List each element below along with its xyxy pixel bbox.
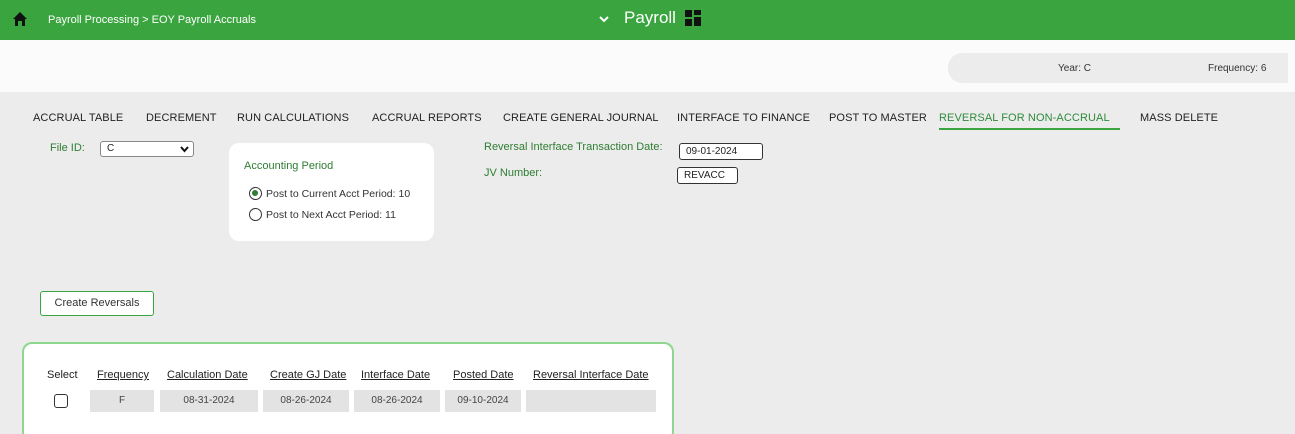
frequency-value: 6 (1260, 63, 1267, 74)
jv-number-label: JV Number: (484, 167, 543, 179)
radio-selected-icon[interactable] (249, 187, 262, 200)
file-id-label: File ID: (50, 142, 85, 154)
tab-interface-to-finance[interactable]: INTERFACE TO FINANCE (677, 112, 810, 124)
file-id-select[interactable]: C (100, 141, 194, 157)
column-header-posted-date[interactable]: Posted Date (453, 369, 514, 381)
cell-posted-date: 09-10-2024 (445, 390, 521, 412)
year-indicator: Year: C (1058, 63, 1091, 74)
app-switcher[interactable]: Payroll (598, 8, 701, 28)
home-icon[interactable] (12, 11, 28, 27)
chevron-down-icon (180, 146, 189, 153)
accrual-grid-panel (22, 342, 674, 434)
tab-accrual-reports[interactable]: ACCRUAL REPORTS (372, 112, 482, 124)
tab-accrual-table[interactable]: ACCRUAL TABLE (33, 112, 123, 124)
tab-post-to-master[interactable]: POST TO MASTER (829, 112, 927, 124)
column-header-calculation-date[interactable]: Calculation Date (167, 369, 248, 381)
cell-calculation-date: 08-31-2024 (160, 390, 258, 412)
radio-next-label: Post to Next Acct Period: 11 (266, 208, 396, 221)
cell-create-gj-date: 08-26-2024 (263, 390, 349, 412)
app-title: Payroll (624, 8, 676, 27)
accounting-period-title: Accounting Period (244, 160, 334, 172)
row-select-checkbox[interactable] (54, 394, 68, 408)
cell-frequency: F (90, 390, 154, 412)
accounting-period-panel: Accounting Period Post to Current Acct P… (229, 143, 434, 241)
column-header-select: Select (47, 369, 78, 381)
tab-bar: ACCRUAL TABLE DECREMENT RUN CALCULATIONS… (0, 112, 1295, 132)
tab-reversal-for-non-accrual[interactable]: REVERSAL FOR NON-ACCRUAL (939, 112, 1120, 130)
top-bar: Payroll Processing > EOY Payroll Accrual… (0, 0, 1295, 40)
column-header-interface-date[interactable]: Interface Date (361, 369, 430, 381)
reversal-date-label: Reversal Interface Transaction Date: (484, 141, 663, 153)
reversal-date-input[interactable]: 09-01-2024 (679, 143, 763, 160)
app-grid-icon (684, 10, 701, 26)
file-id-value: C (107, 143, 115, 154)
year-value: C (1083, 63, 1091, 74)
jv-number-input[interactable]: REVACC (677, 167, 738, 184)
cell-reversal-interface-date (526, 390, 656, 412)
tab-run-calculations[interactable]: RUN CALCULATIONS (237, 112, 349, 124)
tab-decrement[interactable]: DECREMENT (146, 112, 217, 124)
radio-current-period[interactable]: Post to Current Acct Period: 10 (249, 187, 410, 200)
create-reversals-button[interactable]: Create Reversals (40, 291, 154, 316)
tab-create-general-journal[interactable]: CREATE GENERAL JOURNAL (503, 112, 659, 124)
frequency-indicator: Frequency: 6 (1208, 63, 1267, 74)
breadcrumb[interactable]: Payroll Processing > EOY Payroll Accrual… (48, 14, 256, 26)
column-header-frequency[interactable]: Frequency (97, 369, 149, 381)
column-header-create-gj-date[interactable]: Create GJ Date (270, 369, 346, 381)
radio-next-period[interactable]: Post to Next Acct Period: 11 (249, 208, 396, 221)
column-header-reversal-interface-date[interactable]: Reversal Interface Date (533, 369, 649, 381)
tab-mass-delete[interactable]: MASS DELETE (1140, 112, 1218, 124)
radio-current-label: Post to Current Acct Period: 10 (266, 187, 411, 200)
radio-unselected-icon[interactable] (249, 208, 262, 221)
cell-interface-date: 08-26-2024 (354, 390, 440, 412)
chevron-down-icon (599, 16, 609, 23)
